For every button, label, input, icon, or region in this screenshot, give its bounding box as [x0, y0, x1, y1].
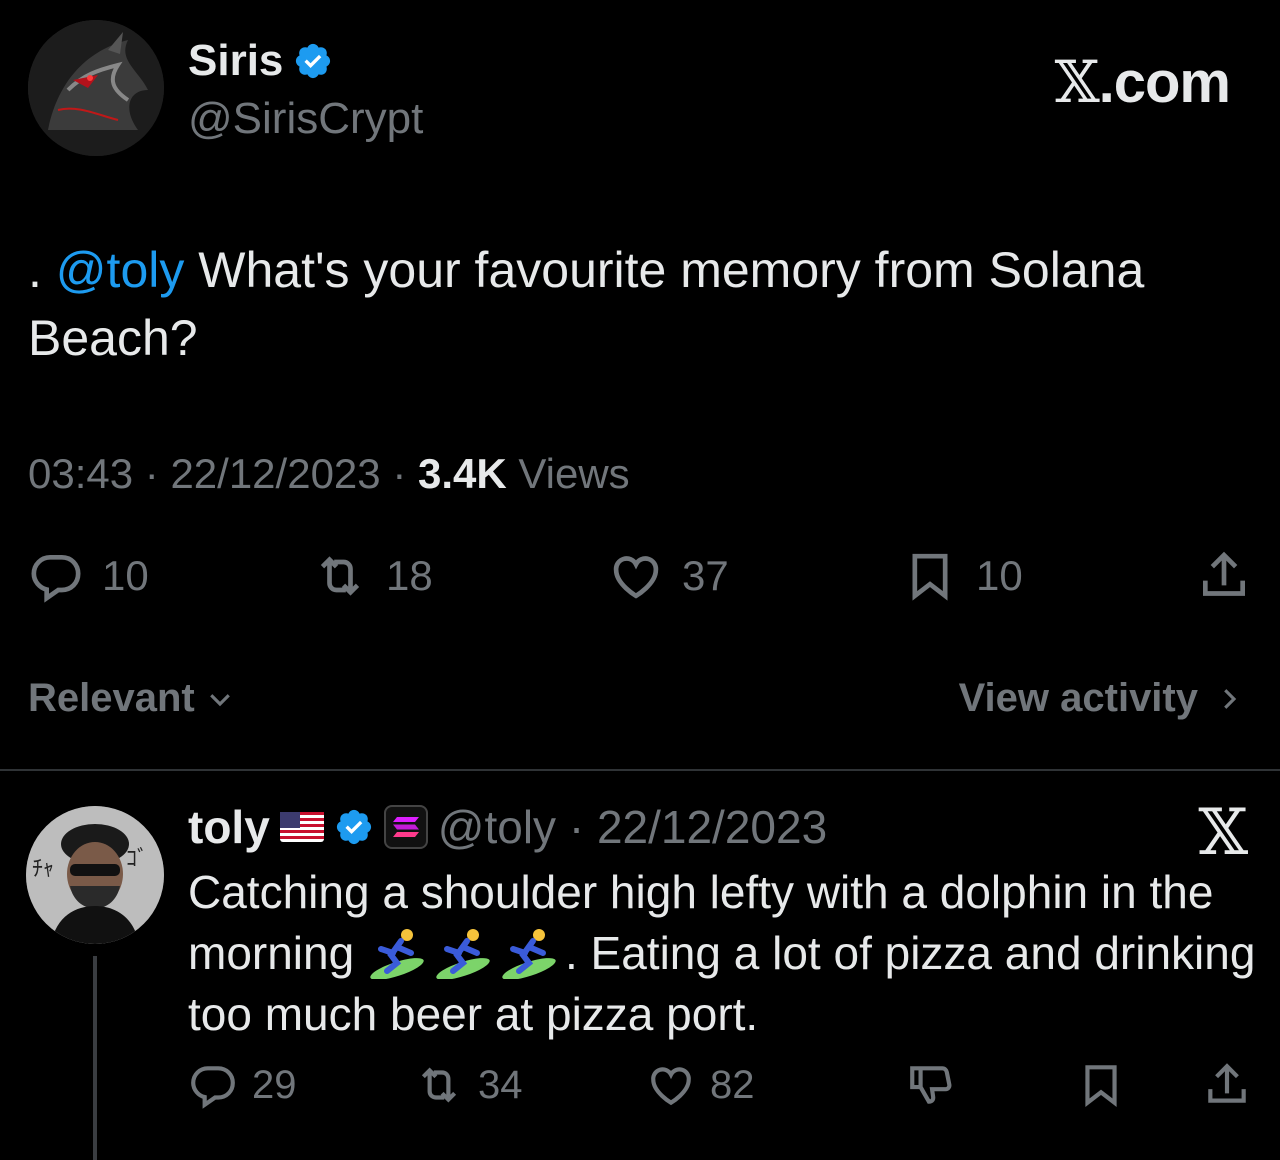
share-icon: [1203, 551, 1245, 596]
chevron-right-icon: [1224, 688, 1237, 709]
view-activity-label: View activity: [958, 676, 1198, 720]
reply-icon: [31, 555, 81, 603]
author-avatar[interactable]: [28, 20, 164, 156]
author-name[interactable]: Siris: [188, 36, 333, 86]
reply-like-count: 82: [710, 1062, 755, 1107]
brand-domain: .com: [1098, 50, 1231, 115]
solana-badge-icon[interactable]: [383, 805, 428, 849]
reply-icon: [191, 1066, 235, 1109]
x-logo: 𝕏.com: [1054, 48, 1231, 116]
x-logo-icon: 𝕏: [1054, 48, 1100, 116]
like-button[interactable]: 37: [608, 548, 729, 604]
repost-button[interactable]: 18: [312, 548, 433, 604]
author-handle[interactable]: @SirisCrypt: [188, 94, 423, 144]
repost-icon: [320, 556, 360, 596]
like-icon: [651, 1067, 691, 1106]
surfer-emoji-icon: [436, 929, 490, 979]
repost-icon: [421, 1067, 457, 1103]
share-button[interactable]: [1196, 548, 1252, 604]
reply-header: toly @toly · 22/12/2023: [188, 800, 827, 854]
bookmark-count: 10: [976, 552, 1023, 599]
view-activity-link[interactable]: View activity: [959, 676, 1244, 721]
svg-text:ﾁｬ: ﾁｬ: [32, 857, 54, 882]
author-name-text: Siris: [188, 36, 284, 85]
tweet-time[interactable]: 03:43: [28, 450, 133, 497]
repost-count: 18: [386, 552, 433, 599]
surfer-emoji-icon: [502, 929, 556, 979]
reply-reply-count: 29: [252, 1062, 297, 1107]
surfer-emoji-icon: [370, 929, 424, 979]
chevron-down-icon: [209, 693, 230, 706]
reply-handle-date[interactable]: @toly · 22/12/2023: [438, 800, 827, 854]
sort-label: Relevant: [28, 676, 195, 720]
reply-repost-button[interactable]: 34: [414, 1060, 523, 1110]
tweet-actions: 10 18 37 10: [28, 548, 1252, 608]
mention-link[interactable]: @toly: [56, 242, 185, 298]
views-count: 3.4K: [417, 450, 507, 497]
reply-author-avatar[interactable]: ﾁｬ ｺﾞ: [26, 806, 164, 944]
bookmark-icon: [1085, 1065, 1117, 1107]
verified-badge-icon: [296, 43, 331, 79]
reply-author-name[interactable]: toly: [188, 800, 270, 854]
toly-avatar-image: ﾁｬ ｺﾞ: [26, 806, 164, 944]
svg-text:ｺﾞ: ｺﾞ: [126, 847, 148, 872]
tweet-meta: 03:43 · 22/12/2023 · 3.4K Views: [28, 450, 630, 497]
dislike-icon: [910, 1066, 952, 1104]
reply-text: Catching a shoulder high lefty with a do…: [188, 862, 1258, 1045]
reply-reply-button[interactable]: 29: [188, 1060, 297, 1110]
divider: [0, 769, 1280, 771]
us-flag-icon: [279, 812, 324, 842]
reply-actions: 29 34 82: [188, 1060, 1252, 1116]
surfer-emoji-group: [367, 927, 565, 979]
tweet-text-prefix: .: [28, 242, 56, 298]
like-icon: [613, 556, 659, 599]
tweet-date[interactable]: 22/12/2023: [170, 450, 380, 497]
thread-line: [93, 956, 97, 1160]
reply-button[interactable]: 10: [28, 548, 149, 604]
tweet-text-body: What's your favourite memory from Solana…: [28, 242, 1145, 366]
like-count: 37: [682, 552, 729, 599]
bookmark-icon: [912, 553, 948, 601]
reply-repost-count: 34: [478, 1062, 523, 1107]
reply-dislike-button[interactable]: [906, 1060, 956, 1110]
sort-dropdown[interactable]: Relevant: [28, 676, 235, 721]
x-logo-icon: 𝕏: [1198, 796, 1248, 870]
tweet-text: . @toly What's your favourite memory fro…: [28, 236, 1248, 372]
reply-share-button[interactable]: [1202, 1060, 1252, 1110]
dragon-avatar-image: [28, 20, 164, 156]
verified-badge-icon: [336, 809, 371, 845]
reply-like-button[interactable]: 82: [646, 1060, 755, 1110]
share-icon: [1208, 1063, 1246, 1103]
bookmark-button[interactable]: 10: [902, 548, 1023, 604]
views-label: Views: [518, 450, 630, 497]
reply-count: 10: [102, 552, 149, 599]
reply-bookmark-button[interactable]: [1076, 1060, 1126, 1110]
